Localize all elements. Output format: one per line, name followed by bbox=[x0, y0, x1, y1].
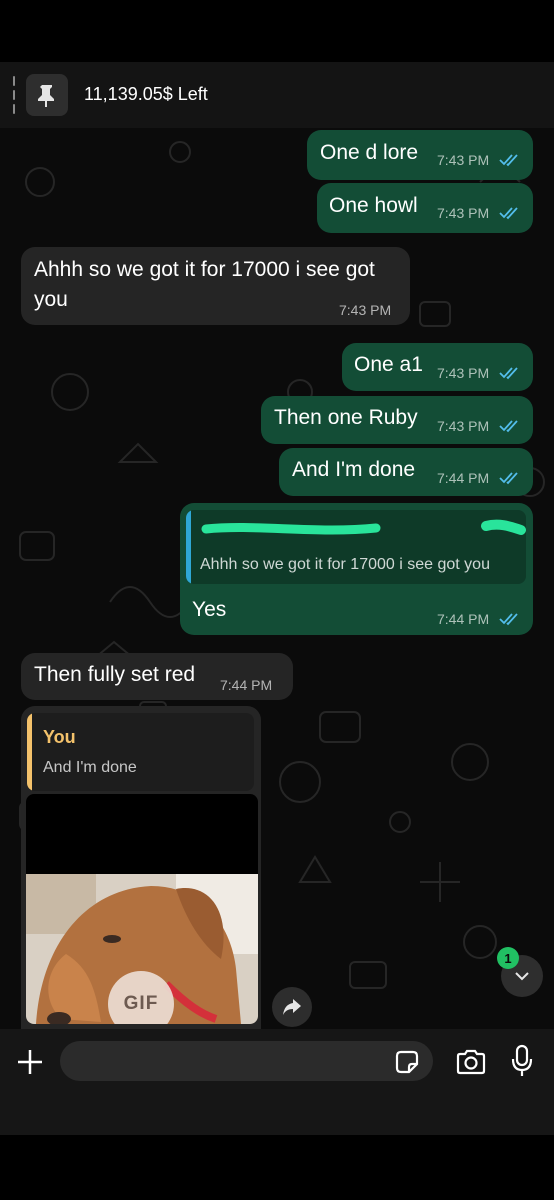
message-time: 7:43 PM bbox=[437, 152, 490, 168]
outgoing-message[interactable]: And I'm done 7:44 PM bbox=[279, 448, 533, 496]
message-time: 7:44 PM bbox=[437, 470, 490, 486]
incoming-message[interactable]: Then fully set red 7:44 PM bbox=[21, 653, 293, 700]
message-text: Yes bbox=[192, 598, 227, 621]
outgoing-message[interactable]: One a1 7:43 PM bbox=[342, 343, 533, 391]
outgoing-reply-message[interactable]: Ahhh so we got it for 17000 i see got yo… bbox=[180, 503, 533, 635]
quote-accent-bar bbox=[27, 713, 32, 791]
double-check-icon bbox=[499, 367, 518, 380]
incoming-gif-message[interactable]: You And I'm done GIF bbox=[21, 706, 261, 1029]
message-time: 7:43 PM bbox=[339, 302, 392, 318]
reply-quoted-text: Ahhh so we got it for 17000 i see got yo… bbox=[200, 556, 490, 573]
reply-preview[interactable]: Ahhh so we got it for 17000 i see got yo… bbox=[186, 510, 526, 584]
message-text: One a1 bbox=[354, 353, 423, 376]
reply-accent-bar bbox=[186, 510, 191, 584]
chevron-down-icon bbox=[515, 972, 529, 981]
message-time: 7:43 PM bbox=[437, 365, 490, 381]
outgoing-message[interactable]: Then one Ruby 7:43 PM bbox=[261, 396, 533, 444]
camera-icon[interactable] bbox=[455, 1047, 487, 1077]
gif-media[interactable]: GIF bbox=[26, 794, 258, 1024]
forward-icon bbox=[283, 999, 301, 1015]
double-check-icon bbox=[499, 613, 518, 626]
message-text-line-1: Ahhh so we got it for 17000 i see got bbox=[34, 258, 375, 281]
quoted-message[interactable]: You And I'm done bbox=[27, 713, 254, 791]
double-check-icon bbox=[499, 207, 518, 220]
redacted-name-scribble bbox=[201, 519, 526, 535]
pinned-message-text: 11,139.05$ Left bbox=[84, 84, 208, 104]
message-input[interactable] bbox=[60, 1041, 433, 1081]
message-text: One howl bbox=[329, 194, 418, 217]
message-time: 7:44 PM bbox=[220, 677, 273, 693]
unread-count-badge: 1 bbox=[497, 947, 519, 969]
message-text: One d lore bbox=[320, 141, 419, 164]
mic-icon[interactable] bbox=[510, 1044, 534, 1078]
message-text: Then one Ruby bbox=[274, 406, 418, 429]
message-text: Then fully set red bbox=[34, 663, 196, 686]
double-check-icon bbox=[499, 472, 518, 485]
forward-button[interactable] bbox=[272, 987, 312, 1027]
message-time: 7:44 PM bbox=[437, 611, 490, 627]
double-check-icon bbox=[499, 154, 518, 167]
plus-icon[interactable] bbox=[14, 1046, 46, 1078]
pin-icon bbox=[26, 74, 68, 116]
pinned-message-bar[interactable]: 11,139.05$ Left bbox=[0, 62, 554, 128]
message-text: And I'm done bbox=[292, 458, 416, 481]
incoming-message[interactable]: Ahhh so we got it for 17000 i see got yo… bbox=[21, 247, 410, 325]
pin-glyph bbox=[38, 85, 54, 107]
outgoing-message[interactable]: One d lore 7:43 PM bbox=[307, 130, 533, 180]
message-text-line-2: you bbox=[34, 288, 68, 311]
quote-author: You bbox=[43, 727, 76, 747]
message-composer bbox=[0, 1029, 554, 1135]
message-time: 7:43 PM bbox=[437, 205, 490, 221]
message-time: 7:43 PM bbox=[437, 418, 490, 434]
outgoing-message[interactable]: One howl 7:43 PM bbox=[317, 183, 533, 233]
pin-position-marks bbox=[13, 76, 16, 116]
double-check-icon bbox=[499, 420, 518, 433]
quote-text: And I'm done bbox=[43, 759, 137, 776]
sticker-icon[interactable] bbox=[393, 1048, 421, 1076]
